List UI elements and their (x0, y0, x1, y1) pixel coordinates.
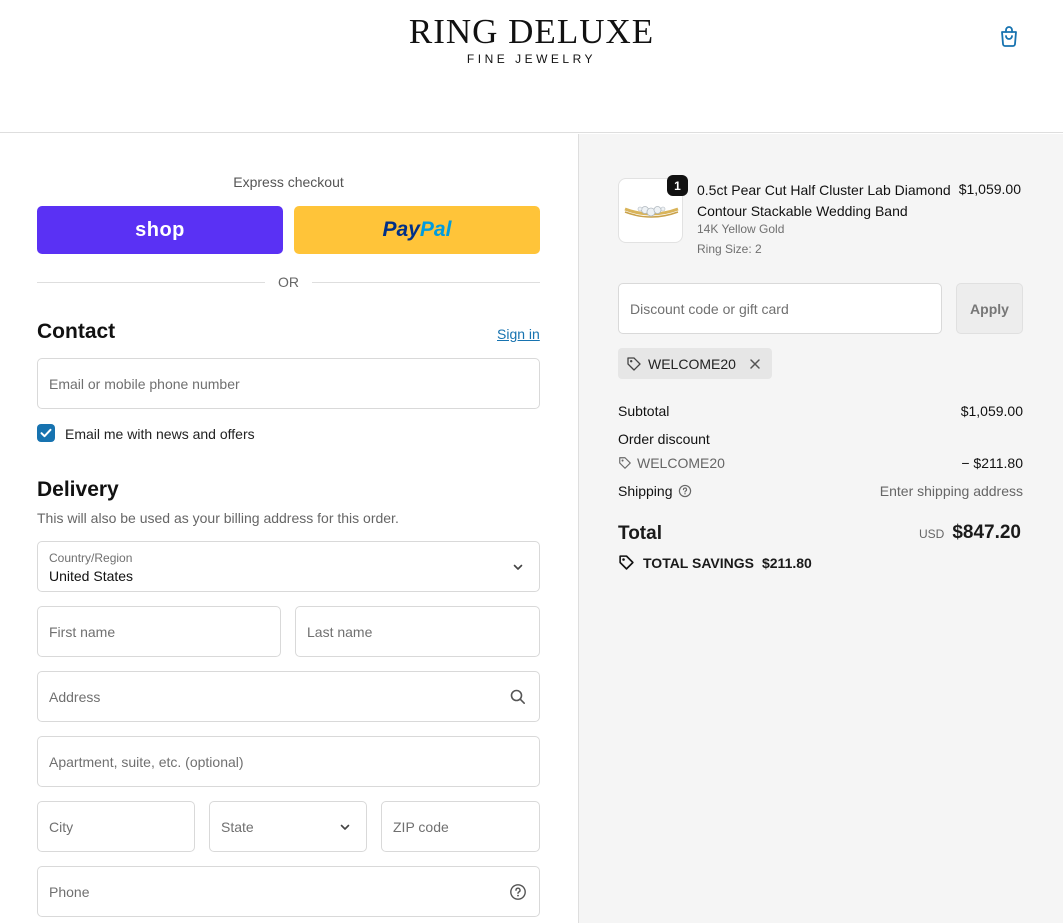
zip-placeholder: ZIP code (393, 818, 449, 835)
email-field[interactable]: Email or mobile phone number (37, 358, 540, 409)
product-variant-metal: 14K Yellow Gold (697, 222, 785, 236)
country-label: Country/Region (49, 551, 133, 565)
tag-icon (619, 457, 631, 469)
apartment-placeholder: Apartment, suite, etc. (optional) (49, 753, 244, 770)
state-select[interactable]: State (209, 801, 367, 852)
total-savings: TOTAL SAVINGS $211.80 (618, 554, 812, 571)
applied-discount-chip: WELCOME20 (618, 348, 772, 379)
apply-discount-button[interactable]: Apply (956, 283, 1023, 334)
discount-code-row: WELCOME20 − $211.80 (618, 455, 1023, 471)
total-amount: USD $847.20 (919, 522, 1021, 544)
sign-in-link[interactable]: Sign in (497, 326, 540, 342)
discount-code-label: WELCOME20 (637, 455, 725, 471)
discount-code-field[interactable]: Discount code or gift card (618, 283, 942, 334)
last-name-field[interactable]: Last name (295, 606, 540, 657)
product-thumbnail: 1 (618, 175, 688, 243)
newsletter-label: Email me with news and offers (65, 426, 255, 442)
order-summary: 1 0.5ct Pear Cut Half Cluster Lab Diamon… (578, 134, 1063, 923)
discount-placeholder: Discount code or gift card (630, 301, 789, 317)
order-discount-label: Order discount (618, 431, 710, 447)
address-placeholder: Address (49, 688, 101, 705)
close-icon[interactable] (748, 357, 762, 371)
help-circle-icon[interactable] (678, 484, 692, 498)
brand-logo[interactable]: RING DELUXE (0, 12, 1063, 52)
currency-code: USD (918, 527, 945, 541)
shopping-bag-icon[interactable] (997, 24, 1021, 48)
search-icon[interactable] (509, 688, 527, 706)
checkout-form: Express checkout shop Pay Pal OR Contact … (0, 134, 578, 923)
first-name-placeholder: First name (49, 623, 116, 640)
address-field[interactable]: Address (37, 671, 540, 722)
phone-field[interactable]: Phone (37, 866, 540, 917)
city-placeholder: City (49, 818, 74, 835)
chevron-down-icon (513, 564, 523, 570)
email-placeholder: Email or mobile phone number (49, 375, 240, 392)
last-name-placeholder: Last name (307, 623, 373, 640)
brand-tagline: FINE JEWELRY (466, 52, 597, 66)
subtotal-label: Subtotal (618, 403, 670, 419)
shop-pay-label: shop (135, 218, 185, 241)
chevron-down-icon (340, 824, 350, 830)
shipping-label: Shipping (618, 483, 673, 499)
apartment-field[interactable]: Apartment, suite, etc. (optional) (37, 736, 540, 787)
help-circle-icon[interactable] (509, 883, 527, 901)
subtotal-value: $1,059.00 (960, 403, 1023, 419)
total-value: $847.20 (952, 522, 1021, 543)
shop-pay-button[interactable]: shop (37, 206, 283, 254)
or-label: OR (278, 274, 299, 290)
country-select[interactable]: Country/Region United States (37, 541, 540, 592)
contact-heading: Contact (37, 320, 116, 343)
delivery-subtitle: This will also be used as your billing a… (37, 510, 399, 526)
quantity-badge: 1 (667, 175, 688, 196)
delivery-heading: Delivery (37, 478, 119, 501)
paypal-button[interactable]: Pay Pal (294, 206, 540, 254)
zip-field[interactable]: ZIP code (381, 801, 540, 852)
tag-icon (619, 555, 634, 570)
checkmark-icon (40, 428, 52, 438)
total-label: Total (618, 523, 662, 544)
paypal-label-part1: Pay (382, 218, 420, 241)
product-variant-size: Ring Size: 2 (697, 242, 762, 256)
applied-code-label: WELCOME20 (648, 355, 736, 372)
shipping-row: Shipping Enter shipping address (618, 483, 1023, 499)
order-discount-row: Order discount (618, 431, 1023, 447)
state-placeholder: State (221, 818, 254, 835)
product-price: $1,059.00 (958, 181, 1021, 197)
newsletter-checkbox[interactable] (37, 424, 55, 442)
shipping-value: Enter shipping address (879, 483, 1023, 499)
site-header: RING DELUXE FINE JEWELRY (0, 0, 1063, 133)
tag-icon (627, 356, 641, 371)
product-name: 0.5ct Pear Cut Half Cluster Lab Diamond … (697, 182, 951, 219)
savings-label: TOTAL SAVINGS (643, 554, 754, 571)
subtotal-row: Subtotal $1,059.00 (618, 403, 1023, 419)
phone-placeholder: Phone (49, 883, 90, 900)
city-field[interactable]: City (37, 801, 195, 852)
first-name-field[interactable]: First name (37, 606, 281, 657)
paypal-label-part2: Pal (419, 218, 452, 241)
express-checkout-label: Express checkout (233, 174, 344, 190)
or-divider: OR (37, 274, 540, 290)
country-value: United States (49, 568, 134, 584)
savings-value: $211.80 (761, 554, 812, 571)
discount-value: − $211.80 (961, 455, 1023, 471)
